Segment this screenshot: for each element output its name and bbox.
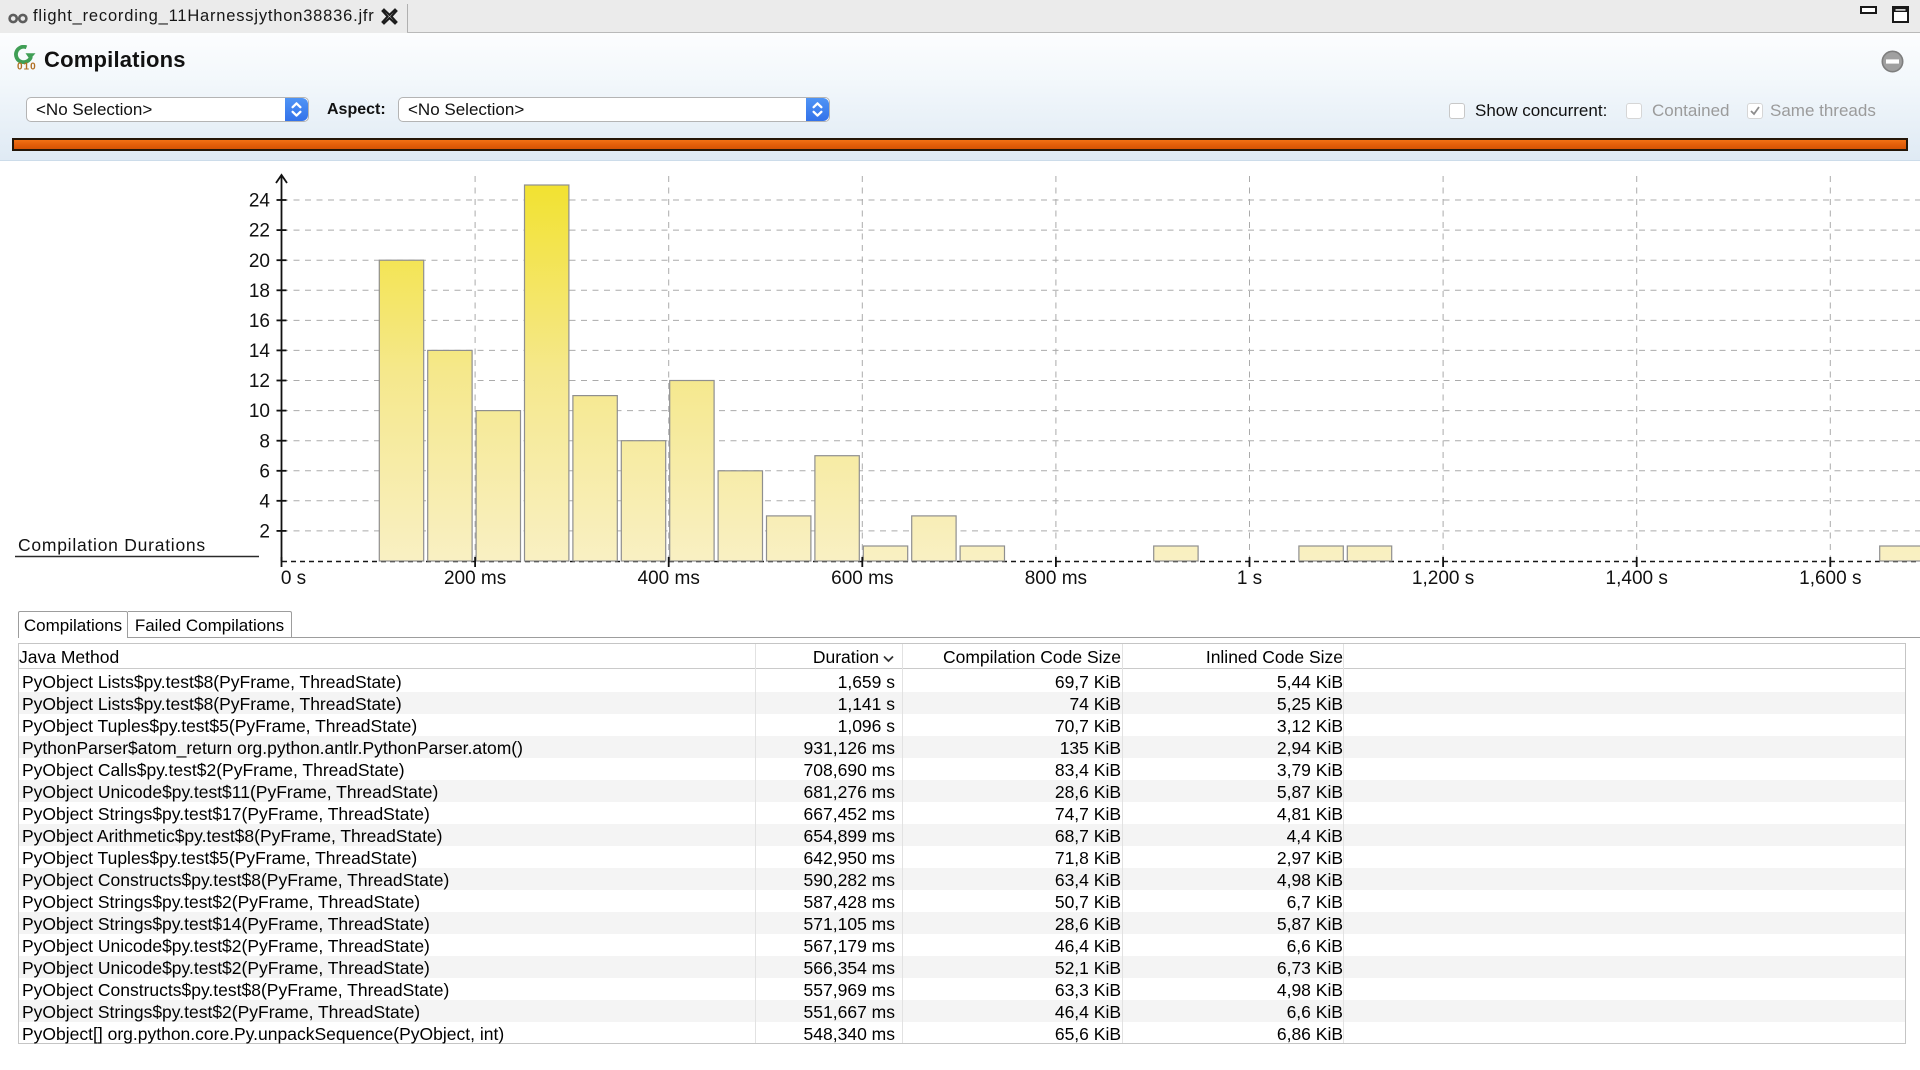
svg-text:010: 010	[17, 62, 37, 72]
svg-text:600 ms: 600 ms	[831, 568, 893, 589]
svg-text:14: 14	[249, 341, 271, 362]
svg-text:18: 18	[249, 281, 270, 302]
svg-text:1 s: 1 s	[1237, 568, 1262, 589]
svg-text:200 ms: 200 ms	[444, 568, 506, 589]
svg-text:1,600 s: 1,600 s	[1799, 568, 1861, 589]
svg-text:16: 16	[249, 311, 270, 332]
svg-text:1,200 s: 1,200 s	[1412, 568, 1474, 589]
svg-text:22: 22	[249, 221, 270, 242]
svg-text:0 s: 0 s	[281, 568, 306, 589]
svg-text:2: 2	[259, 522, 270, 543]
svg-text:Compilation Durations: Compilation Durations	[18, 535, 206, 555]
svg-text:400 ms: 400 ms	[638, 568, 700, 589]
svg-text:4: 4	[259, 491, 270, 512]
svg-text:10: 10	[249, 401, 270, 422]
svg-text:1,400 s: 1,400 s	[1606, 568, 1668, 589]
svg-text:800 ms: 800 ms	[1025, 568, 1087, 589]
svg-text:24: 24	[249, 191, 271, 212]
svg-text:20: 20	[249, 251, 270, 272]
svg-text:8: 8	[259, 431, 270, 452]
svg-text:6: 6	[259, 461, 270, 482]
svg-text:12: 12	[249, 371, 270, 392]
